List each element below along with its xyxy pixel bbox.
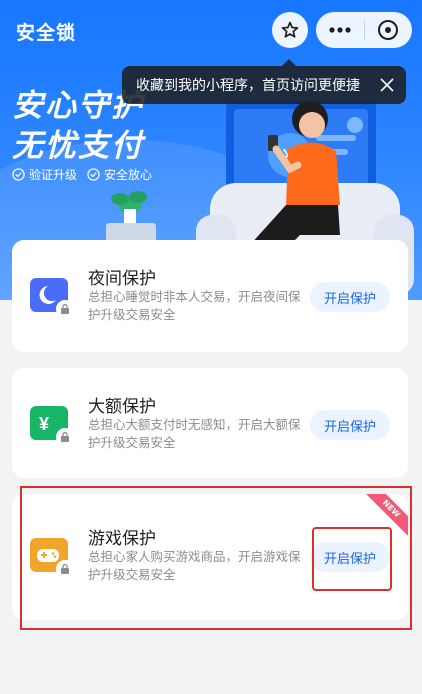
- more-button[interactable]: [316, 12, 364, 48]
- tooltip-close-icon[interactable]: [378, 76, 396, 94]
- lock-badge-icon: [56, 300, 74, 318]
- tag-safe: 安全放心: [87, 166, 152, 183]
- tag-safe-label: 安全放心: [104, 168, 153, 182]
- yen-lock-icon: ¥: [30, 406, 74, 446]
- card-large-amount-protection: ¥ 大额保护 总担心大额支付时无感知，开启大额保护升级交易安全 开启保护: [12, 368, 408, 478]
- card-desc: 总担心睡觉时非本人交易，开启夜间保护升级交易安全: [88, 289, 301, 322]
- lock-badge-icon: [56, 428, 74, 446]
- favorite-button[interactable]: [272, 12, 308, 48]
- tag-verify-label: 验证升级: [29, 168, 78, 182]
- close-circle-icon: [378, 20, 399, 40]
- svg-text:¥: ¥: [39, 414, 49, 434]
- moon-lock-icon: [30, 278, 74, 318]
- card-desc: 总担心大额支付时无感知，开启大额保护升级交易安全: [88, 417, 301, 450]
- miniprogram-capsule: [316, 12, 412, 48]
- enable-large-amount-protection-button[interactable]: 开启保护: [310, 410, 390, 440]
- annotation-box-button: [312, 527, 392, 591]
- hero-tags: 验证升级 安全放心: [12, 166, 152, 183]
- exit-button[interactable]: [364, 12, 412, 48]
- tag-verify: 验证升级: [12, 166, 77, 183]
- more-dots-icon: [329, 27, 351, 33]
- check-circle-icon: [87, 168, 100, 181]
- tooltip-text: 收藏到我的小程序，首页访问更便捷: [136, 78, 360, 94]
- check-circle-icon: [12, 168, 25, 181]
- slogan-line2: 无忧支付: [12, 128, 144, 164]
- card-night-protection: 夜间保护 总担心睡觉时非本人交易，开启夜间保护升级交易安全 开启保护: [12, 240, 408, 352]
- app-title: 安全锁: [16, 22, 77, 44]
- favorite-tooltip: 收藏到我的小程序，首页访问更便捷: [122, 59, 406, 104]
- card-title: 夜间保护: [88, 269, 156, 289]
- card-title: 大额保护: [88, 397, 156, 417]
- enable-night-protection-button[interactable]: 开启保护: [310, 282, 390, 312]
- star-icon: [281, 21, 299, 38]
